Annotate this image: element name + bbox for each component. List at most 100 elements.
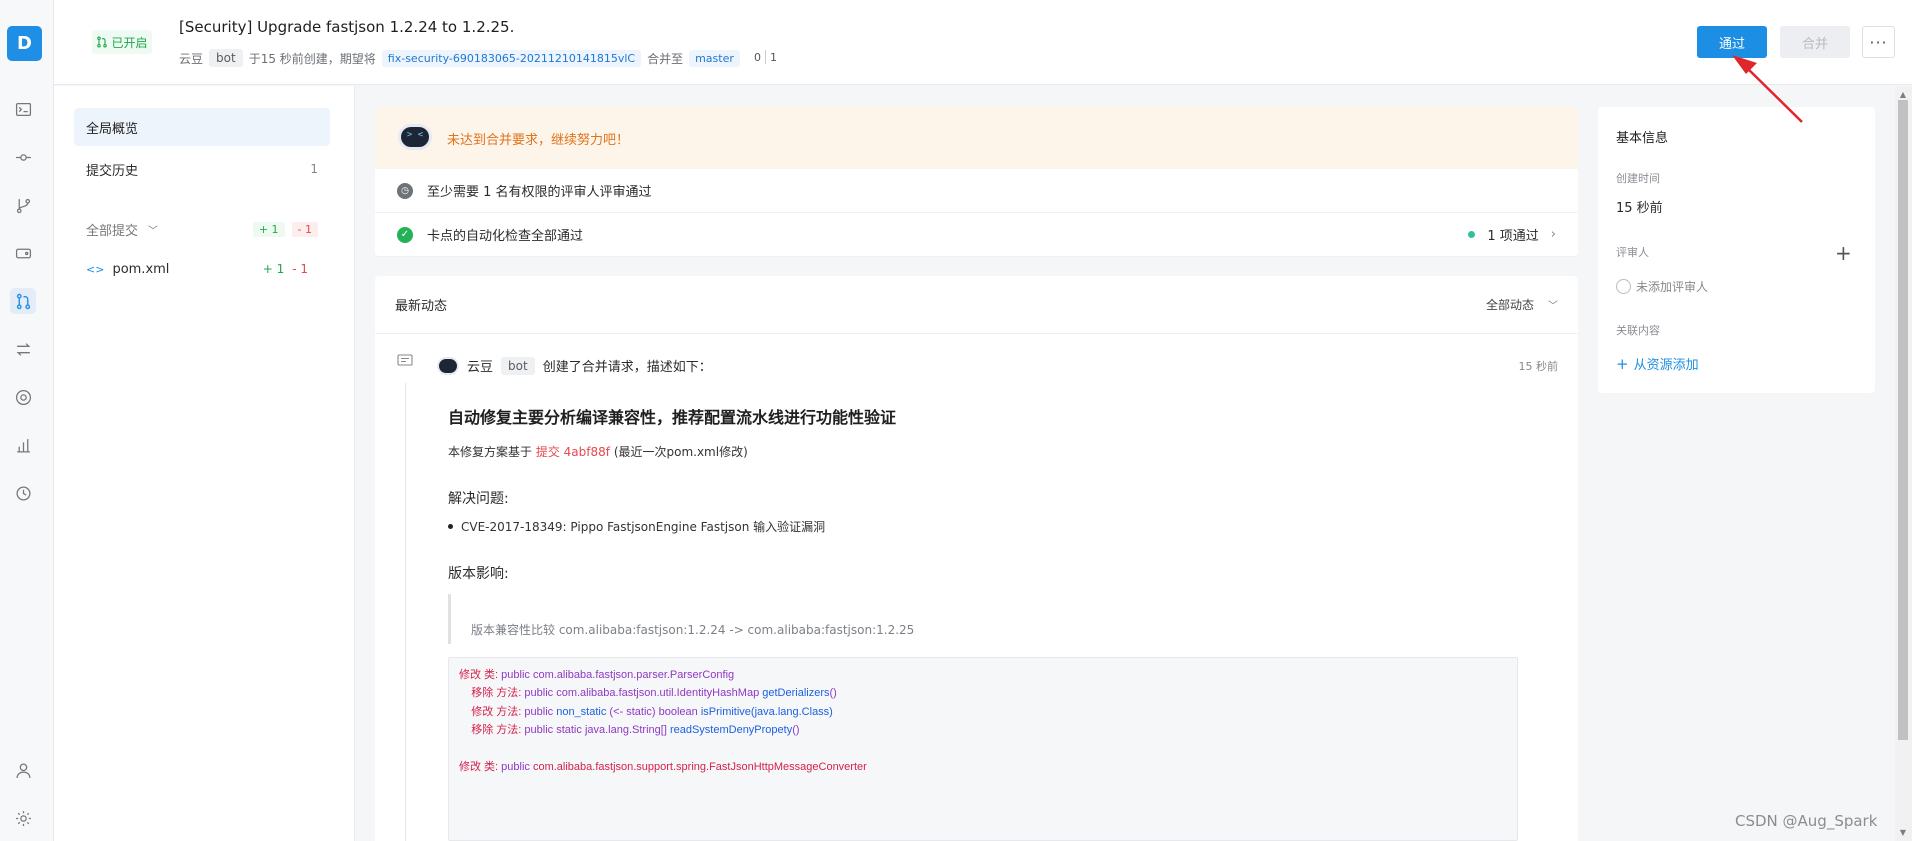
add-from-resource-link[interactable]: + 从资源添加 bbox=[1616, 354, 1699, 374]
status-text: 已开启 bbox=[111, 35, 148, 50]
tab-commit-history[interactable]: 提交历史 1 bbox=[74, 150, 330, 188]
ci-requirement[interactable]: ✓ 卡点的自动化检查全部通过 1 项通过 › bbox=[375, 213, 1578, 257]
merge-button[interactable]: 合并 bbox=[1780, 26, 1850, 58]
impact-heading: 版本影响: bbox=[448, 566, 509, 582]
created-text: 于15 秒前创建，期望将 bbox=[248, 51, 376, 66]
chevron-right-icon: › bbox=[1550, 227, 1556, 242]
deletions-badge: - 1 bbox=[291, 221, 318, 237]
no-reviewer: 未添加评审人 bbox=[1616, 278, 1708, 295]
code-line: 移除 方法: public com.alibaba.fastjson.util.… bbox=[471, 687, 837, 700]
resolve-heading: 解决问题: bbox=[448, 491, 509, 507]
commit-link[interactable]: 提交 4abf88f bbox=[536, 445, 610, 459]
diff-counter: 0 1 bbox=[754, 50, 777, 64]
activity-header: 最新动态 全部动态 ﹀ bbox=[375, 276, 1578, 334]
robot-avatar bbox=[398, 124, 432, 150]
scrollbar-thumb[interactable] bbox=[1898, 100, 1908, 740]
mr-header: 已开启 [Security] Upgrade fastjson 1.2.24 t… bbox=[54, 0, 1912, 85]
event-actor[interactable]: 云豆 bbox=[467, 356, 493, 375]
code-file-icon: <> bbox=[86, 262, 105, 276]
info-title: 基本信息 bbox=[1616, 131, 1669, 146]
check-icon: ✓ bbox=[397, 226, 413, 243]
timeline-line bbox=[405, 383, 406, 841]
related-label: 关联内容 bbox=[1616, 324, 1660, 337]
project-logo[interactable]: D bbox=[7, 26, 42, 61]
code-line: 修改 方法: public non_static (<- static) boo… bbox=[471, 705, 833, 718]
branch-icon[interactable] bbox=[10, 192, 36, 218]
commit-icon[interactable] bbox=[10, 144, 36, 170]
code-line: 移除 方法: public static java.lang.String[] … bbox=[471, 724, 800, 737]
add-reviewer-icon[interactable]: + bbox=[1835, 241, 1852, 265]
chart-icon[interactable] bbox=[10, 432, 36, 458]
person-icon bbox=[1616, 279, 1631, 294]
source-branch[interactable]: fix-security-690183065-20211210141815vlC bbox=[381, 49, 642, 67]
ci-result-text: 1 项通过 bbox=[1487, 229, 1539, 244]
description-title: 自动修复主要分析编译兼容性，推荐配置流水线进行功能性验证 bbox=[448, 408, 897, 427]
merge-warning: 未达到合并要求，继续努力吧！ bbox=[375, 107, 1578, 169]
additions-badge: + 1 bbox=[252, 221, 285, 237]
plus-icon: + bbox=[1616, 354, 1629, 373]
event-time: 15 秒前 bbox=[1518, 359, 1559, 373]
tag-icon[interactable] bbox=[10, 240, 36, 266]
code-line: 修改 类: public com.alibaba.fastjson.suppor… bbox=[459, 761, 867, 774]
chevron-down-icon: ﹀ bbox=[148, 225, 159, 237]
info-panel: 基本信息 创建时间 15 秒前 评审人 + 未添加评审人 关联内容 + 从资源添… bbox=[1598, 107, 1875, 393]
scroll-down-arrow[interactable]: ▼ bbox=[1898, 828, 1908, 838]
settings-icon[interactable] bbox=[10, 805, 36, 831]
ci-result[interactable]: 1 项通过 › bbox=[1468, 225, 1556, 244]
count-a: 0 bbox=[754, 50, 761, 64]
file-name: pom.xml bbox=[112, 261, 170, 277]
merge-request-icon bbox=[97, 36, 108, 48]
all-commits-dropdown[interactable]: 全部提交 ﹀ + 1 - 1 bbox=[74, 210, 330, 248]
divider bbox=[765, 50, 766, 64]
activity-filter[interactable]: 全部动态 ﹀ bbox=[1486, 296, 1558, 313]
add-resource-text: 从资源添加 bbox=[1633, 358, 1699, 373]
activity-filter-label: 全部动态 bbox=[1485, 298, 1534, 312]
event-action: 创建了合并请求，描述如下： bbox=[542, 360, 712, 375]
file-deletions: - 1 bbox=[292, 262, 308, 276]
issue-item: CVE-2017-18349: Pippo FastjsonEngine Fas… bbox=[448, 518, 825, 535]
transfer-icon[interactable] bbox=[10, 336, 36, 362]
merge-request-icon[interactable] bbox=[10, 288, 36, 314]
count-b: 1 bbox=[770, 50, 777, 64]
eye-icon[interactable] bbox=[10, 384, 36, 410]
avatar bbox=[437, 356, 459, 375]
code-block: 修改 类: public com.alibaba.fastjson.parser… bbox=[448, 657, 1518, 841]
comment-icon bbox=[397, 354, 413, 366]
no-reviewer-text: 未添加评审人 bbox=[1636, 280, 1709, 294]
status-dot bbox=[1468, 231, 1476, 238]
activity-title: 最新动态 bbox=[395, 299, 448, 314]
event-header: 云豆 bot 创建了合并请求，描述如下： 15 秒前 bbox=[437, 356, 1558, 375]
all-commits-label: 全部提交 bbox=[86, 223, 139, 239]
scroll-up-arrow[interactable]: ▲ bbox=[1898, 90, 1908, 100]
desc-base-suffix: (最近一次pom.xml修改) bbox=[613, 445, 748, 459]
more-button[interactable]: ··· bbox=[1862, 26, 1895, 58]
clock-icon: ◷ bbox=[397, 182, 413, 199]
watermark: CSDN @Aug_Spark bbox=[1735, 812, 1878, 830]
history-count: 1 bbox=[310, 162, 318, 176]
review-rule-text: 至少需要 1 名有权限的评审人评审通过 bbox=[427, 185, 652, 200]
compatibility-quote: 版本兼容性比较 com.alibaba:fastjson:1.2.24 -> c… bbox=[448, 594, 1518, 644]
warning-text: 未达到合并要求，继续努力吧！ bbox=[447, 133, 630, 148]
desc-base-prefix: 本修复方案基于 bbox=[448, 445, 533, 459]
merge-into-text: 合并至 bbox=[647, 51, 684, 66]
mr-sidebar: 全局概览 提交历史 1 全部提交 ﹀ + 1 - 1 <> pom.xml + … bbox=[54, 86, 355, 841]
mr-meta: 云豆 bot 于15 秒前创建，期望将 fix-security-6901830… bbox=[179, 49, 740, 67]
issue-text: CVE-2017-18349: Pippo FastjsonEngine Fas… bbox=[461, 520, 826, 534]
history-icon[interactable] bbox=[10, 480, 36, 506]
status-badge: 已开启 bbox=[92, 30, 152, 54]
author-name[interactable]: 云豆 bbox=[179, 50, 203, 67]
left-rail: D bbox=[0, 0, 54, 841]
bot-tag: bot bbox=[501, 356, 535, 375]
activity-panel: 最新动态 全部动态 ﹀ 云豆 bot 创建了合并请求，描述如下： 15 秒前 自… bbox=[375, 276, 1578, 841]
ci-rule-text: 卡点的自动化检查全部通过 bbox=[427, 229, 584, 244]
created-value: 15 秒前 bbox=[1616, 201, 1663, 216]
tab-overview[interactable]: 全局概览 bbox=[74, 108, 330, 146]
target-branch[interactable]: master bbox=[689, 49, 740, 67]
approve-button[interactable]: 通过 bbox=[1697, 26, 1767, 58]
reviewer-label: 评审人 bbox=[1616, 246, 1649, 259]
tab-history-label: 提交历史 bbox=[86, 163, 139, 179]
terminal-icon[interactable] bbox=[10, 96, 36, 122]
file-item-pom[interactable]: <> pom.xml + 1 - 1 bbox=[74, 250, 330, 288]
description-base: 本修复方案基于 提交 4abf88f (最近一次pom.xml修改) bbox=[448, 443, 748, 460]
user-icon[interactable] bbox=[10, 757, 36, 783]
